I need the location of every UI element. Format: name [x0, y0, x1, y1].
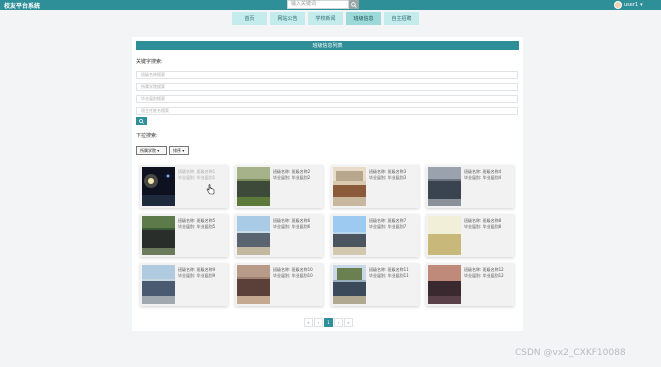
tab-home[interactable]: 首页 — [232, 12, 267, 25]
graduation-year: 毕业届别: 毕业届别12 — [464, 273, 504, 278]
tab-school-news[interactable]: 学校新闻 — [308, 12, 343, 25]
sort-dropdown[interactable]: 排序 ▾ — [169, 146, 189, 155]
hand-cursor-icon — [206, 184, 215, 195]
header-search-input[interactable]: 输入关键词 — [287, 0, 349, 9]
class-card-info: 班级名称: 班级名称12 毕业届别: 毕业届别12 — [464, 267, 504, 279]
graduation-year: 毕业届别: 毕业届别4 — [464, 175, 502, 180]
class-card-info: 班级名称: 班级名称11 毕业届别: 毕业届别11 — [369, 267, 409, 279]
pagination-prev[interactable]: ‹ — [314, 318, 323, 327]
app-title[interactable]: 校友平台系统 — [4, 1, 40, 10]
class-card-info: 班级名称: 班级名称3 毕业届别: 毕业届别3 — [369, 169, 406, 181]
pagination: « ‹ 1 › » — [304, 318, 353, 327]
class-card-info: 班级名称: 班级名称4 毕业届别: 毕业届别4 — [464, 169, 501, 181]
tab-class-info[interactable]: 班级信息 — [346, 12, 381, 25]
class-card-info: 班级名称: 班级名称1 毕业届别: 毕业届别1 — [178, 169, 215, 181]
search-icon — [139, 118, 144, 124]
class-photo — [142, 167, 175, 206]
graduation-year: 毕业届别: 毕业届别6 — [273, 224, 311, 229]
class-photo — [237, 167, 270, 206]
class-photo — [428, 265, 461, 304]
pagination-page-1[interactable]: 1 — [324, 318, 333, 327]
class-card[interactable]: 班级名称: 班级名称2 毕业届别: 毕业届别2 — [235, 165, 323, 208]
avatar — [614, 1, 622, 9]
class-card[interactable]: 班级名称: 班级名称4 毕业届别: 毕业届别4 — [426, 165, 514, 208]
class-photo — [333, 167, 366, 206]
class-photo — [142, 265, 175, 304]
class-card[interactable]: 班级名称: 班级名称8 毕业届别: 毕业届别8 — [426, 214, 514, 257]
graduation-year: 毕业届别: 毕业届别9 — [178, 273, 216, 278]
class-card-info: 班级名称: 班级名称5 毕业届别: 毕业届别5 — [178, 218, 215, 230]
class-card[interactable]: 班级名称: 班级名称11 毕业届别: 毕业届别11 — [331, 263, 419, 306]
pagination-first[interactable]: « — [304, 318, 313, 327]
class-photo — [428, 167, 461, 206]
tab-recruitment[interactable]: 自主招聘 — [384, 12, 419, 25]
user-name: user1 — [624, 2, 639, 8]
header-search: 输入关键词 — [287, 0, 359, 9]
dropdown-search-label: 下拉搜索: — [136, 133, 158, 139]
panel-search-button[interactable] — [136, 117, 147, 125]
college-search-field[interactable]: 所属学院搜索 — [136, 83, 518, 91]
pagination-next[interactable]: › — [334, 318, 343, 327]
main-nav: 首页 网站公告 学校新闻 班级信息 自主招聘 — [232, 12, 419, 25]
class-photo — [428, 216, 461, 255]
top-bar: 校友平台系统 输入关键词 user1 ▾ — [0, 0, 661, 10]
user-menu[interactable]: user1 ▾ — [614, 1, 643, 9]
graduation-year: 毕业届别: 毕业届别1 — [178, 175, 216, 180]
class-photo — [237, 265, 270, 304]
class-name-search-field[interactable]: 班级名称搜索 — [136, 71, 518, 79]
panel-title: 班级信息列表 — [136, 41, 519, 50]
graduation-year: 毕业届别: 毕业届别11 — [369, 273, 409, 278]
head-teacher-search-field[interactable]: 班主任姓名搜索 — [136, 107, 518, 115]
class-card[interactable]: 班级名称: 班级名称7 毕业届别: 毕业届别7 — [331, 214, 419, 257]
graduation-year: 毕业届别: 毕业届别2 — [273, 175, 311, 180]
class-card[interactable]: 班级名称: 班级名称12 毕业届别: 毕业届别12 — [426, 263, 514, 306]
graduation-year: 毕业届别: 毕业届别10 — [273, 273, 313, 278]
class-card-info: 班级名称: 班级名称2 毕业届别: 毕业届别2 — [273, 169, 310, 181]
class-card-info: 班级名称: 班级名称6 毕业届别: 毕业届别6 — [273, 218, 310, 230]
class-photo — [142, 216, 175, 255]
graduation-year: 毕业届别: 毕业届别3 — [369, 175, 407, 180]
watermark: CSDN @vx2_CXKF10088 — [515, 348, 626, 358]
class-card[interactable]: 班级名称: 班级名称3 毕业届别: 毕业届别3 — [331, 165, 419, 208]
class-card[interactable]: 班级名称: 班级名称6 毕业届别: 毕业届别6 — [235, 214, 323, 257]
class-card[interactable]: 班级名称: 班级名称9 毕业届别: 毕业届别9 — [140, 263, 228, 306]
class-card-info: 班级名称: 班级名称9 毕业届别: 毕业届别9 — [178, 267, 215, 279]
pagination-last[interactable]: » — [344, 318, 353, 327]
class-card[interactable]: 班级名称: 班级名称5 毕业届别: 毕业届别5 — [140, 214, 228, 257]
graduation-year: 毕业届别: 毕业届别8 — [464, 224, 502, 229]
class-photo — [237, 216, 270, 255]
class-photo — [333, 216, 366, 255]
chevron-down-icon: ▾ — [640, 2, 643, 8]
keyword-search-label: 关键字搜索: — [136, 59, 163, 65]
tab-announcements[interactable]: 网站公告 — [270, 12, 305, 25]
graduation-year: 毕业届别: 毕业届别7 — [369, 224, 407, 229]
college-dropdown[interactable]: 所属学院 ▾ — [136, 146, 167, 155]
graduation-year-search-field[interactable]: 毕业届别搜索 — [136, 95, 518, 103]
class-card-info: 班级名称: 班级名称10 毕业届别: 毕业届别10 — [273, 267, 313, 279]
class-card-info: 班级名称: 班级名称7 毕业届别: 毕业届别7 — [369, 218, 406, 230]
class-card[interactable]: 班级名称: 班级名称10 毕业届别: 毕业届别10 — [235, 263, 323, 306]
header-search-button[interactable] — [349, 0, 359, 9]
class-card-info: 班级名称: 班级名称8 毕业届别: 毕业届别8 — [464, 218, 501, 230]
graduation-year: 毕业届别: 毕业届别5 — [178, 224, 216, 229]
search-icon — [351, 1, 357, 8]
class-photo — [333, 265, 366, 304]
